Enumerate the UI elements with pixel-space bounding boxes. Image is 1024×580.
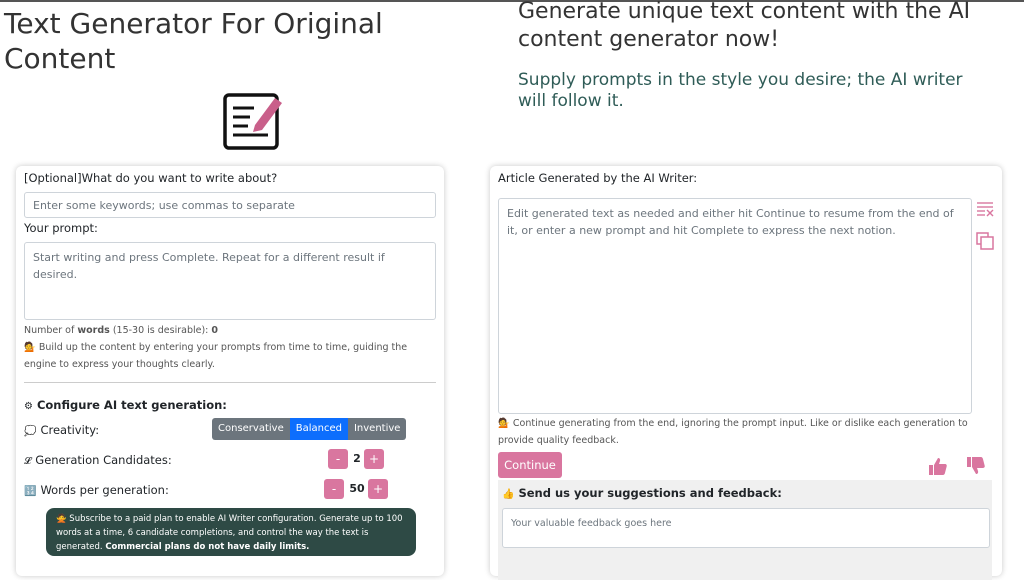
config-title-text: Configure AI text generation:	[36, 398, 227, 412]
tip-emoji-icon: 💁	[24, 342, 36, 353]
hero-subheading: Supply prompts in the style you desire; …	[518, 70, 963, 111]
prompt-tip: 💁 Build up the content by entering your …	[24, 339, 436, 373]
subscription-notice: 🙅 Subscribe to a paid plan to enable AI …	[46, 508, 416, 556]
article-textarea[interactable]	[498, 198, 972, 414]
candidates-label-text: Generation Candidates:	[35, 453, 172, 467]
words-value: 50	[349, 482, 365, 495]
prompt-textarea[interactable]	[24, 242, 436, 320]
candidates-decrement-button[interactable]: -	[328, 449, 348, 469]
page-title: Text Generator For Original Content	[4, 7, 383, 75]
creativity-balanced-button[interactable]: Balanced	[289, 418, 348, 440]
numbers-icon: 🔢	[24, 486, 37, 497]
topic-label: [Optional]What do you want to write abou…	[24, 171, 278, 185]
creativity-label-text: Creativity:	[40, 423, 100, 437]
candidates-value: 2	[353, 452, 361, 465]
creativity-label: 💭 Creativity:	[24, 423, 99, 437]
words-decrement-button[interactable]: -	[324, 479, 344, 499]
word-count-value: 0	[211, 325, 219, 336]
article-card: Article Generated by the AI Writer: 💁 Co…	[490, 166, 1002, 580]
prompt-label: Your prompt:	[24, 221, 98, 235]
word-count-suffix: (15-30 is desirable):	[109, 325, 212, 336]
word-count: Number of words (15-30 is desirable): 0	[24, 322, 218, 339]
creativity-selector: Conservative Balanced Inventive	[212, 418, 407, 440]
notice-bold-text: Commercial plans do not have daily limit…	[105, 542, 310, 552]
thought-bubble-icon: 💭	[24, 426, 37, 437]
feedback-title: 👍 Send us your suggestions and feedback:	[502, 486, 782, 500]
feedback-textarea[interactable]	[502, 508, 990, 548]
thumbs-up-emoji-icon: 👍	[502, 489, 515, 500]
keywords-input[interactable]	[24, 192, 436, 218]
no-gesture-icon: 🙅	[56, 514, 67, 524]
thumbs-down-icon[interactable]	[966, 456, 986, 476]
thumbs-up-icon[interactable]	[928, 456, 948, 476]
hero-heading: Generate unique text content with the AI…	[518, 0, 971, 52]
prompt-tip-text: Build up the content by entering your pr…	[24, 342, 408, 370]
words-label: 🔢 Words per generation:	[24, 483, 169, 497]
creativity-conservative-button[interactable]: Conservative	[212, 418, 290, 440]
words-increment-button[interactable]: +	[368, 479, 388, 499]
continue-tip: 💁 Continue generating from the end, igno…	[498, 415, 994, 449]
feedback-title-text: Send us your suggestions and feedback:	[518, 486, 782, 500]
divider	[24, 382, 436, 383]
feedback-section: 👍 Send us your suggestions and feedback:	[498, 480, 992, 580]
creativity-inventive-button[interactable]: Inventive	[347, 418, 407, 440]
document-edit-icon	[223, 93, 282, 150]
script-l-icon: 𝓛	[24, 456, 32, 467]
candidates-label: 𝓛 Generation Candidates:	[24, 453, 172, 467]
copy-icon[interactable]	[976, 232, 994, 250]
gear-icon: ⚙	[24, 401, 33, 412]
prompt-card: [Optional]What do you want to write abou…	[16, 166, 444, 576]
config-title: ⚙ Configure AI text generation:	[24, 398, 227, 412]
continue-tip-text: Continue generating from the end, ignori…	[498, 418, 968, 446]
article-label: Article Generated by the AI Writer:	[498, 171, 698, 185]
word-count-bold: words	[77, 325, 110, 336]
candidates-increment-button[interactable]: +	[364, 449, 384, 469]
continue-button[interactable]: Continue	[498, 452, 562, 478]
clear-text-icon[interactable]	[976, 200, 994, 218]
tip-emoji-icon: 💁	[498, 418, 510, 429]
words-label-text: Words per generation:	[40, 483, 169, 497]
word-count-prefix: Number of	[24, 325, 78, 336]
